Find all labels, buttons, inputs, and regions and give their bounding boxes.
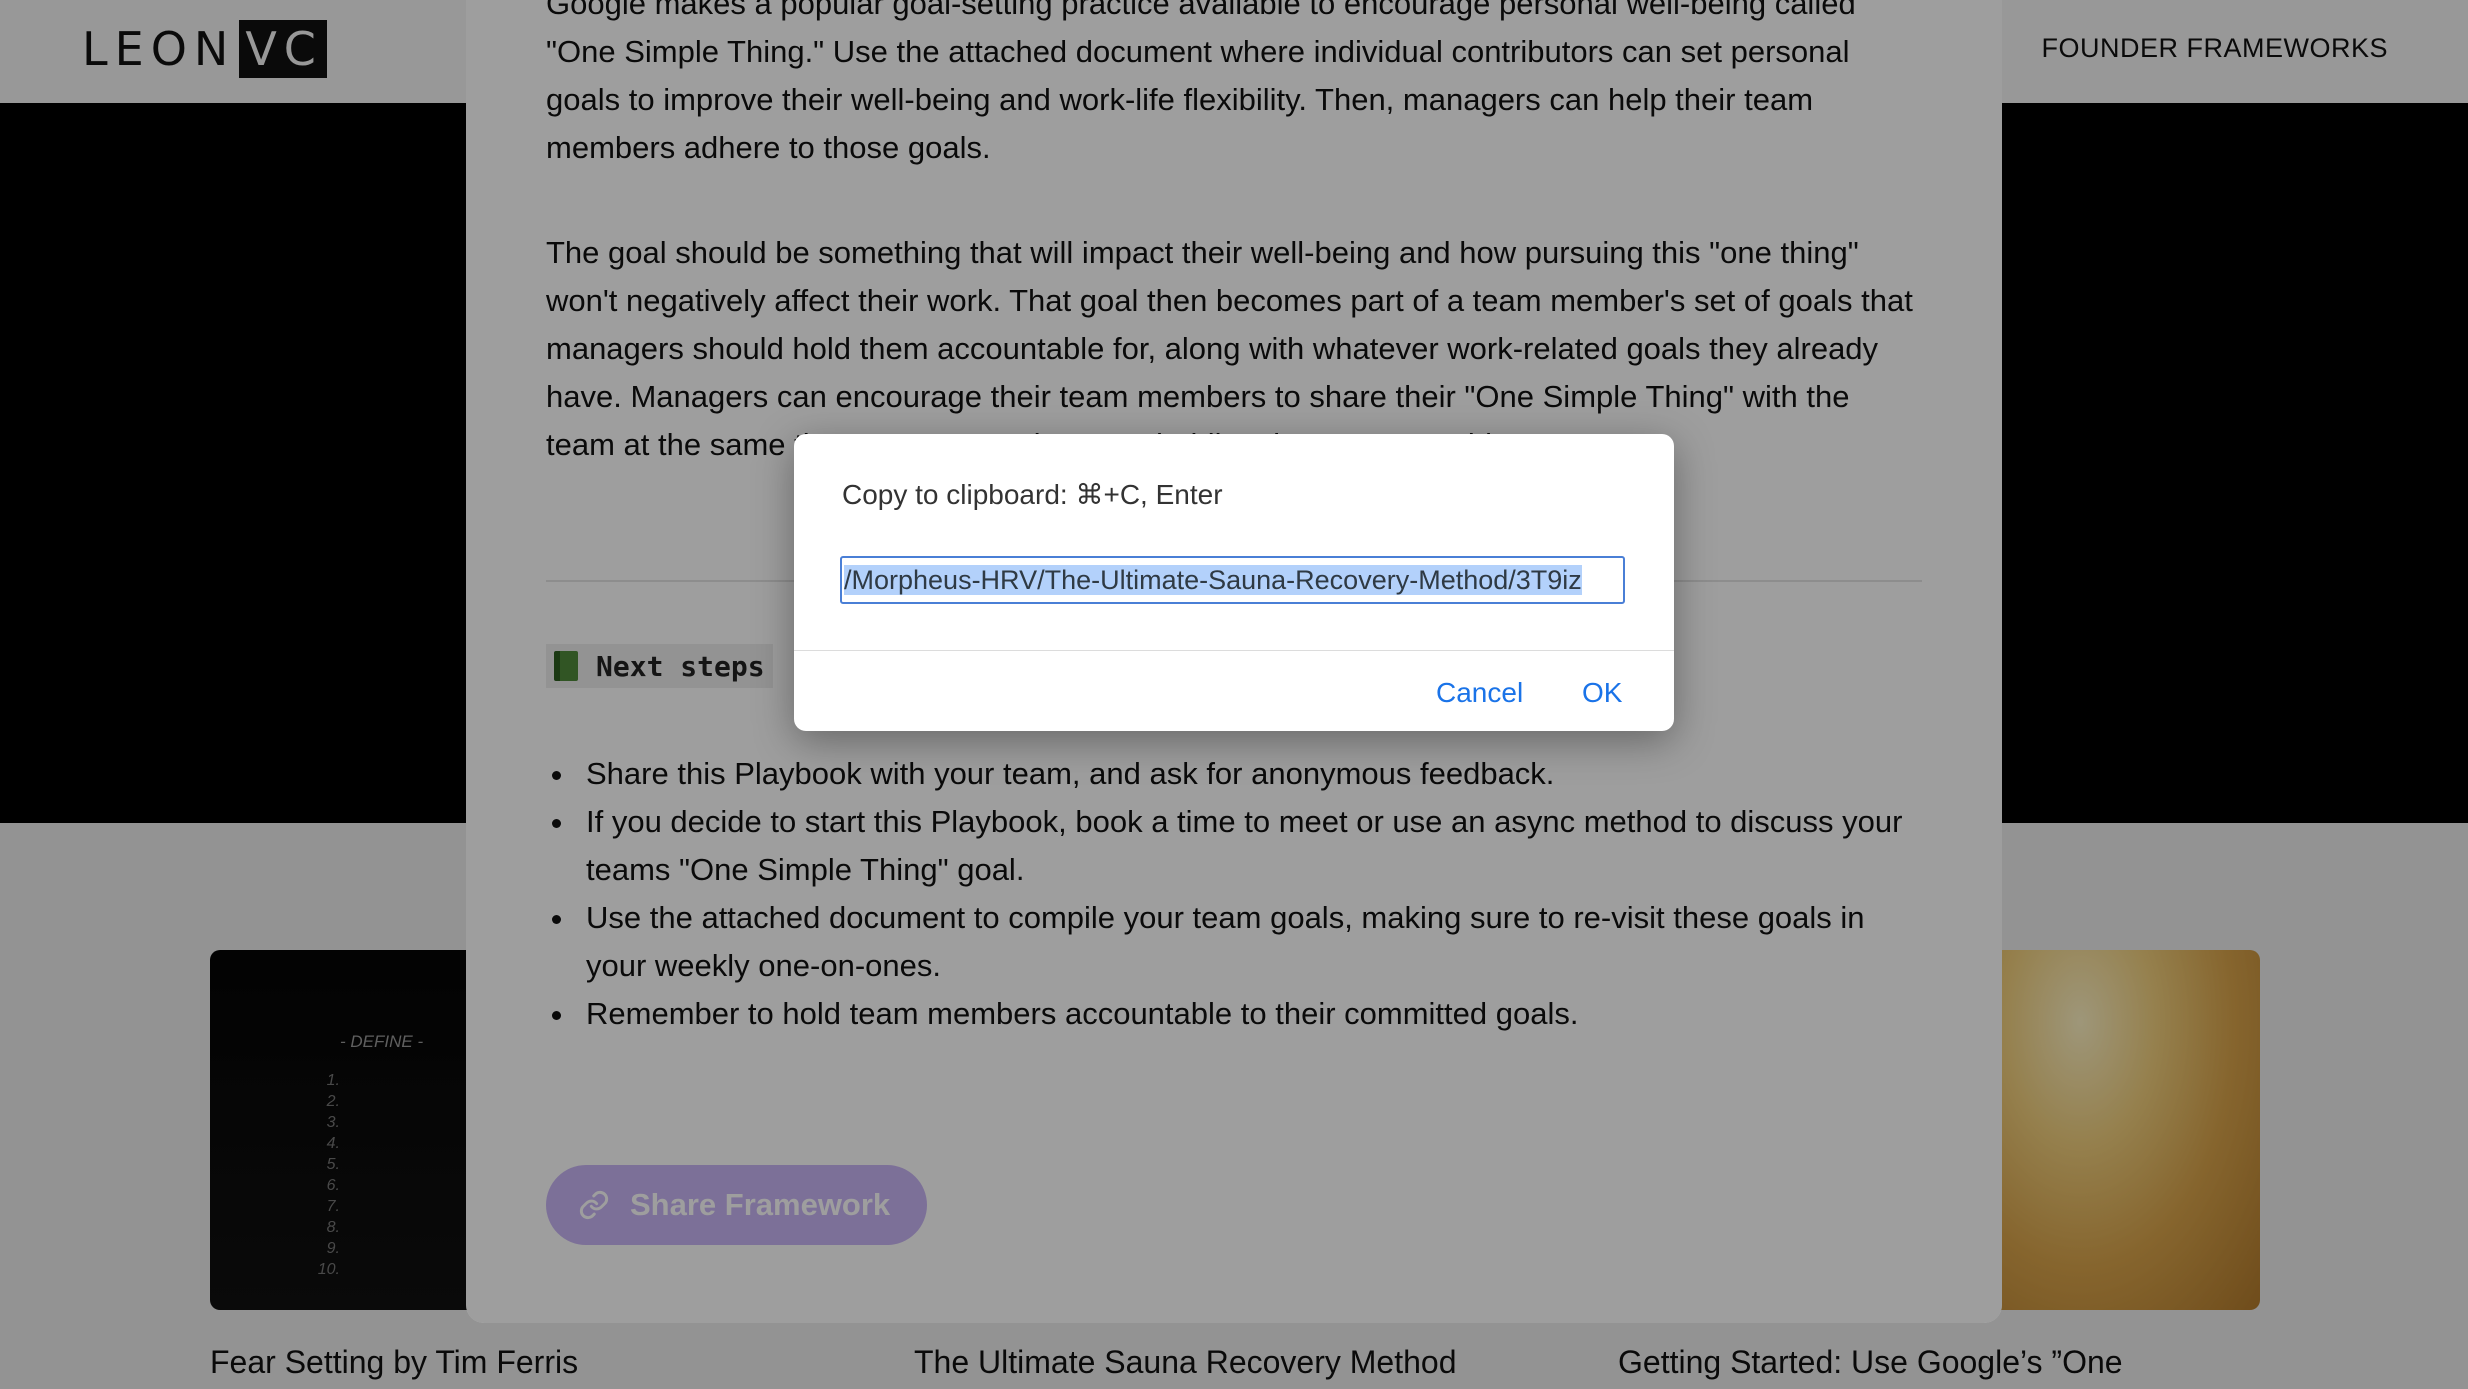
url-field-value: /Morpheus-HRV/The-Ultimate-Sauna-Recover…: [844, 565, 1582, 595]
copy-dialog: Copy to clipboard: ⌘+C, Enter /Morpheus-…: [794, 434, 1674, 731]
dialog-message: Copy to clipboard: ⌘+C, Enter: [842, 479, 1223, 510]
cancel-button[interactable]: Cancel: [1436, 677, 1523, 709]
url-field[interactable]: /Morpheus-HRV/The-Ultimate-Sauna-Recover…: [840, 556, 1625, 604]
dialog-divider: [794, 650, 1674, 651]
ok-button[interactable]: OK: [1582, 677, 1622, 709]
